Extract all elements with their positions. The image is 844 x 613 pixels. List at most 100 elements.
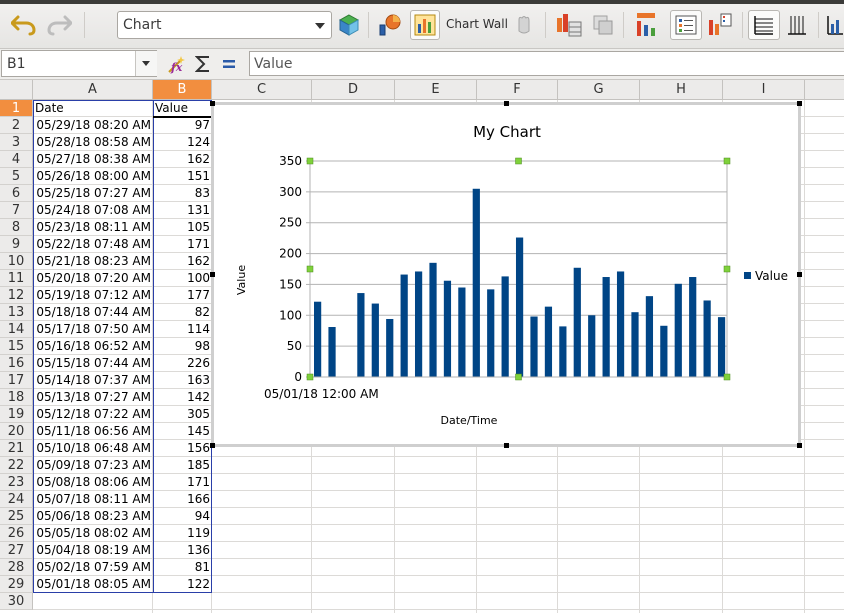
frame-handle[interactable] <box>210 272 215 277</box>
value-cell[interactable]: 171 <box>154 236 212 253</box>
row-header-4[interactable]: 4 <box>0 151 33 168</box>
chart-title[interactable]: My Chart <box>473 123 541 141</box>
value-cell[interactable]: 82 <box>154 304 212 321</box>
row-header-5[interactable]: 5 <box>0 168 33 185</box>
horizontal-grids-button[interactable] <box>748 10 780 40</box>
date-cell[interactable]: 05/07/18 08:11 AM <box>34 491 152 508</box>
bar[interactable] <box>544 306 553 377</box>
value-cell[interactable]: 151 <box>154 168 212 185</box>
value-cell[interactable]: 177 <box>154 287 212 304</box>
value-cell[interactable]: 305 <box>154 406 212 423</box>
row-header-25[interactable]: 25 <box>0 508 33 525</box>
date-cell[interactable]: 05/08/18 08:06 AM <box>34 474 152 491</box>
row-header-29[interactable]: 29 <box>0 576 33 593</box>
column-header-d[interactable]: D <box>312 80 395 100</box>
chart-element-select[interactable]: Chart <box>117 11 332 39</box>
bar[interactable] <box>573 267 581 377</box>
bar[interactable] <box>472 188 480 377</box>
value-cell[interactable]: 162 <box>154 253 212 270</box>
value-cell[interactable]: 131 <box>154 202 212 219</box>
redo-button[interactable] <box>42 10 76 40</box>
row-header-16[interactable]: 16 <box>0 355 33 372</box>
value-cell[interactable]: 83 <box>154 185 212 202</box>
data-ranges-button[interactable] <box>590 10 616 40</box>
legend-position-button[interactable] <box>704 10 736 40</box>
row-header-23[interactable]: 23 <box>0 474 33 491</box>
row-header-21[interactable]: 21 <box>0 440 33 457</box>
frame-handle[interactable] <box>797 272 802 277</box>
column-header-i[interactable]: I <box>723 80 805 100</box>
format-selection-button[interactable] <box>336 10 362 40</box>
legend[interactable]: Value <box>744 269 788 283</box>
3d-view-button[interactable] <box>512 10 536 40</box>
value-cell[interactable]: 145 <box>154 423 212 440</box>
date-cell[interactable]: 05/11/18 06:56 AM <box>34 423 152 440</box>
frame-handle[interactable] <box>210 443 215 448</box>
row-header-1[interactable]: 1 <box>0 100 33 117</box>
diagram-handle[interactable] <box>306 157 314 165</box>
date-cell[interactable]: 05/23/18 08:11 AM <box>34 219 152 236</box>
row-header-27[interactable]: 27 <box>0 542 33 559</box>
bar[interactable] <box>328 327 336 377</box>
row-header-6[interactable]: 6 <box>0 185 33 202</box>
bar[interactable] <box>515 237 524 377</box>
column-header-c[interactable]: C <box>212 80 312 100</box>
bar[interactable] <box>616 271 625 377</box>
column-header-f[interactable]: F <box>477 80 558 100</box>
diagram-handle[interactable] <box>306 265 314 273</box>
legend-on-off-button[interactable] <box>670 10 702 40</box>
date-cell[interactable]: 05/26/18 08:00 AM <box>34 168 152 185</box>
row-header-12[interactable]: 12 <box>0 287 33 304</box>
date-cell[interactable]: 05/09/18 07:23 AM <box>34 457 152 474</box>
value-cell[interactable]: 162 <box>154 151 212 168</box>
bar[interactable] <box>501 276 509 377</box>
date-cell[interactable]: 05/06/18 08:23 AM <box>34 508 152 525</box>
value-cell[interactable]: 98 <box>154 338 212 355</box>
bar[interactable] <box>559 326 567 377</box>
show-hide-axis-button[interactable] <box>824 10 844 40</box>
bar[interactable] <box>660 325 668 377</box>
value-cell[interactable]: 163 <box>154 372 212 389</box>
row-header-11[interactable]: 11 <box>0 270 33 287</box>
value-cell[interactable]: 142 <box>154 389 212 406</box>
chart-type-button[interactable] <box>376 10 404 40</box>
column-header-j[interactable]: J <box>805 80 844 100</box>
row-header-18[interactable]: 18 <box>0 389 33 406</box>
row-header-10[interactable]: 10 <box>0 253 33 270</box>
date-cell[interactable]: 05/17/18 07:50 AM <box>34 321 152 338</box>
frame-handle[interactable] <box>504 443 509 448</box>
date-cell[interactable]: 05/12/18 07:22 AM <box>34 406 152 423</box>
cell-a1[interactable]: Date <box>34 100 152 117</box>
cell-b1[interactable]: Value <box>154 100 212 117</box>
frame-handle[interactable] <box>797 443 802 448</box>
title-on-off-button[interactable] <box>630 10 662 40</box>
frame-handle[interactable] <box>504 101 509 106</box>
row-header-2[interactable]: 2 <box>0 117 33 134</box>
bar[interactable] <box>645 296 654 377</box>
date-cell[interactable]: 05/04/18 08:19 AM <box>34 542 152 559</box>
value-cell[interactable]: 81 <box>154 559 212 576</box>
function-wizard-button[interactable]: fx <box>166 49 188 79</box>
column-header-b[interactable]: B <box>153 80 212 100</box>
diagram-handle[interactable] <box>723 265 731 273</box>
column-header-g[interactable]: G <box>558 80 640 100</box>
date-cell[interactable]: 05/02/18 07:59 AM <box>34 559 152 576</box>
bar[interactable] <box>717 317 726 377</box>
date-cell[interactable]: 05/16/18 06:52 AM <box>34 338 152 355</box>
frame-handle[interactable] <box>210 101 215 106</box>
row-header-30[interactable]: 30 <box>0 593 33 610</box>
bar[interactable] <box>631 312 639 377</box>
value-cell[interactable]: 171 <box>154 474 212 491</box>
data-table-button[interactable] <box>553 10 585 40</box>
bar[interactable] <box>386 318 394 377</box>
bar[interactable] <box>588 315 596 377</box>
row-header-28[interactable]: 28 <box>0 559 33 576</box>
date-cell[interactable]: 05/14/18 07:37 AM <box>34 372 152 389</box>
bar[interactable] <box>443 280 452 377</box>
row-header-9[interactable]: 9 <box>0 236 33 253</box>
value-cell[interactable]: 122 <box>154 576 212 593</box>
date-cell[interactable]: 05/15/18 07:44 AM <box>34 355 152 372</box>
row-header-26[interactable]: 26 <box>0 525 33 542</box>
column-header-e[interactable]: E <box>395 80 477 100</box>
diagram-handle[interactable] <box>723 157 731 165</box>
